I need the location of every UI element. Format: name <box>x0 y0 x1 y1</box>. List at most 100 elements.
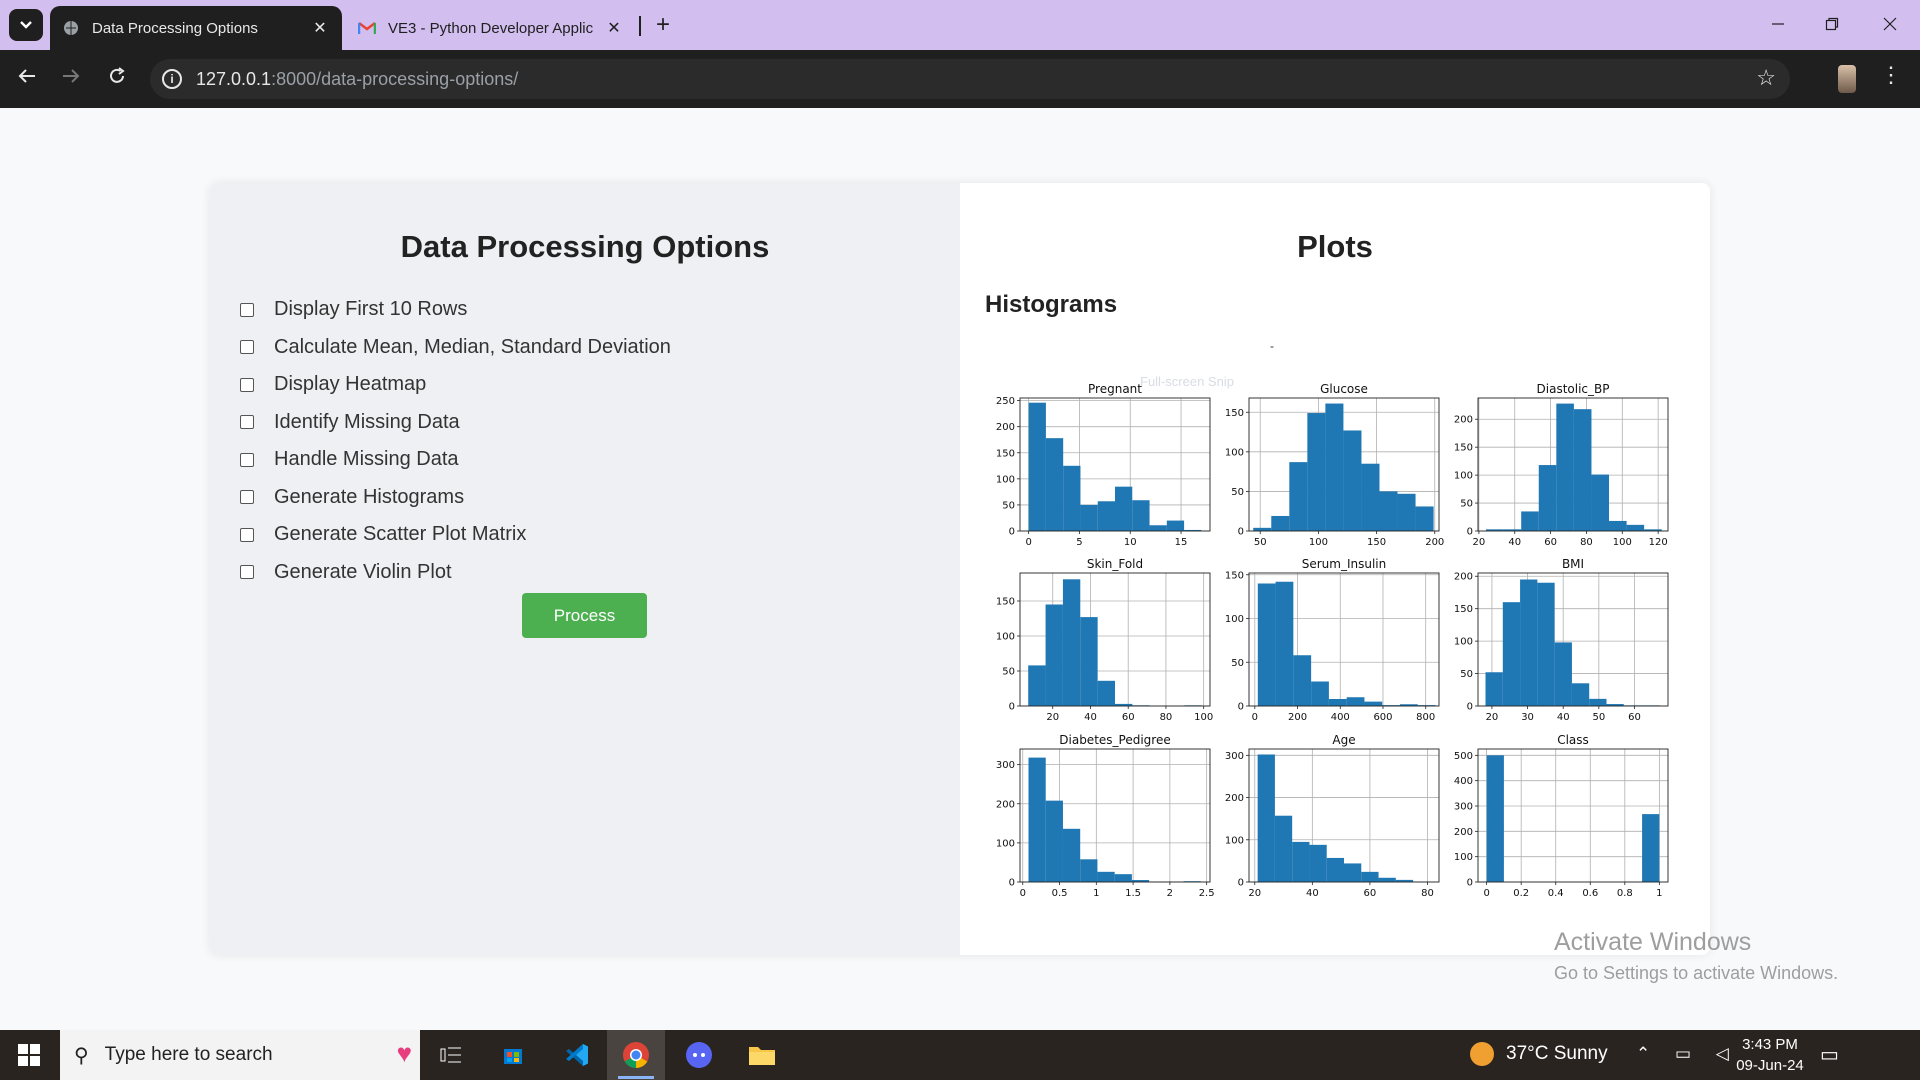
checkbox[interactable] <box>240 490 254 505</box>
x-tick-label: 60 <box>1364 888 1377 899</box>
y-tick-label: 100 <box>1225 614 1244 625</box>
tab-search-button[interactable] <box>9 9 43 41</box>
tab-close-button[interactable]: ✕ <box>604 18 624 38</box>
y-tick-label: 0 <box>1009 702 1015 713</box>
histogram-bar <box>1311 681 1329 706</box>
option-display-heatmap[interactable]: Display Heatmap <box>240 366 671 404</box>
histogram-bar <box>1325 403 1344 531</box>
checkbox[interactable] <box>240 340 254 355</box>
notification-icon[interactable]: ▭ <box>1820 1042 1839 1067</box>
search-icon: ⚲ <box>74 1044 89 1067</box>
histogram-bar <box>1097 871 1115 882</box>
option-generate-violin-plot[interactable]: Generate Violin Plot <box>240 554 671 592</box>
checkbox[interactable] <box>240 415 254 430</box>
x-tick-label: 40 <box>1508 537 1521 548</box>
microsoft-store-icon[interactable] <box>496 1038 530 1072</box>
plots-panel: Plots Histograms Full-screen Snip - Pregna… <box>960 183 1710 955</box>
y-tick-label: 500 <box>1454 751 1473 762</box>
x-tick-label: 0.8 <box>1617 888 1633 899</box>
y-tick-label: 50 <box>1231 658 1244 669</box>
checkbox[interactable] <box>240 302 254 317</box>
task-view-icon[interactable] <box>434 1038 468 1072</box>
histogram-bar <box>1361 463 1380 531</box>
y-tick-label: 0 <box>1467 527 1473 538</box>
y-tick-label: 200 <box>996 799 1015 810</box>
subplot-title: Skin_Fold <box>1087 557 1143 571</box>
reload-button[interactable] <box>102 64 132 94</box>
checkbox[interactable] <box>240 377 254 392</box>
y-tick-label: 300 <box>996 760 1015 771</box>
forward-button[interactable] <box>56 64 86 94</box>
histogram-bar <box>1080 504 1098 531</box>
option-generate-histograms[interactable]: Generate Histograms <box>240 479 671 517</box>
option-calculate-stats[interactable]: Calculate Mean, Median, Standard Deviati… <box>240 329 671 367</box>
y-tick-label: 100 <box>1454 852 1473 863</box>
tab-data-processing-options[interactable]: Data Processing Options ✕ <box>50 6 342 50</box>
subplot-title: Class <box>1557 733 1589 747</box>
browser-menu-icon[interactable]: ⋮ <box>1880 62 1902 88</box>
x-tick-label: 20 <box>1473 537 1486 548</box>
x-tick-label: 30 <box>1521 712 1534 723</box>
taskbar-search[interactable]: ⚲ Type here to search ♥ <box>60 1030 420 1080</box>
site-info-icon[interactable]: i <box>162 69 182 89</box>
checkbox[interactable] <box>240 565 254 580</box>
histogram-bar <box>1097 680 1115 706</box>
histogram-bar <box>1045 604 1063 706</box>
y-tick-label: 100 <box>1454 471 1473 482</box>
close-window-button[interactable] <box>1868 10 1912 40</box>
address-bar[interactable]: i 127.0.0.1:8000/data-processing-options… <box>150 59 1790 99</box>
histogram-bar <box>1114 874 1132 882</box>
histogram-bar <box>1275 581 1294 706</box>
subplot-title: Serum_Insulin <box>1302 557 1387 571</box>
search-placeholder: Type here to search <box>104 1044 273 1065</box>
taskbar-clock[interactable]: 3:43 PM 09-Jun-24 <box>1720 1034 1820 1076</box>
histogram-bar <box>1521 511 1539 531</box>
profile-avatar[interactable] <box>1838 65 1856 93</box>
histogram-bar <box>1591 474 1610 531</box>
minimize-button[interactable] <box>1756 10 1800 40</box>
browser-toolbar: i 127.0.0.1:8000/data-processing-options… <box>0 50 1920 108</box>
x-tick-label: 0 <box>1025 537 1031 548</box>
tab-title: Data Processing Options <box>92 19 258 37</box>
option-generate-scatter-matrix[interactable]: Generate Scatter Plot Matrix <box>240 516 671 554</box>
x-tick-label: 0 <box>1483 888 1489 899</box>
globe-icon <box>62 19 80 37</box>
process-button[interactable]: Process <box>522 593 647 638</box>
start-button[interactable] <box>18 1044 40 1066</box>
restore-button[interactable] <box>1810 10 1854 40</box>
histogram-bar <box>1642 814 1660 882</box>
histogram-bar <box>1149 525 1167 531</box>
option-label: Calculate Mean, Median, Standard Deviati… <box>274 335 671 358</box>
tab-gmail[interactable]: VE3 - Python Developer Applic ✕ <box>346 6 636 50</box>
histogram-bar <box>1556 403 1574 531</box>
checkbox[interactable] <box>240 452 254 467</box>
chrome-icon[interactable] <box>619 1038 653 1072</box>
x-tick-label: 80 <box>1421 888 1434 899</box>
y-tick-label: 0 <box>1009 527 1015 538</box>
histogram-bar <box>1361 871 1379 882</box>
x-tick-label: 600 <box>1373 712 1392 723</box>
x-tick-label: 150 <box>1367 537 1386 548</box>
option-label: Generate Scatter Plot Matrix <box>274 523 527 546</box>
vscode-icon[interactable] <box>560 1038 594 1072</box>
histogram-bar <box>1028 402 1046 531</box>
checkbox[interactable] <box>240 527 254 542</box>
option-handle-missing-data[interactable]: Handle Missing Data <box>240 441 671 479</box>
option-display-first-10-rows[interactable]: Display First 10 Rows <box>240 291 671 329</box>
histogram-bar <box>1132 500 1150 531</box>
y-tick-label: 200 <box>1454 827 1473 838</box>
option-identify-missing-data[interactable]: Identify Missing Data <box>240 404 671 442</box>
y-tick-label: 150 <box>1225 408 1244 419</box>
y-tick-label: 150 <box>1454 604 1473 615</box>
tab-close-button[interactable]: ✕ <box>310 18 330 38</box>
clock-time: 3:43 PM <box>1742 1036 1798 1053</box>
y-tick-label: 50 <box>1231 487 1244 498</box>
watermark-line2: Go to Settings to activate Windows. <box>1554 963 1839 983</box>
bookmark-star-icon[interactable]: ☆ <box>1756 65 1776 91</box>
discord-icon[interactable] <box>682 1038 716 1072</box>
activate-windows-watermark: Activate Windows Go to Settings to activ… <box>1554 928 1838 984</box>
weather-widget[interactable]: 37°C Sunny <box>1470 1042 1608 1066</box>
file-explorer-icon[interactable] <box>745 1038 779 1072</box>
back-button[interactable] <box>12 64 42 94</box>
new-tab-button[interactable]: + <box>648 12 678 40</box>
